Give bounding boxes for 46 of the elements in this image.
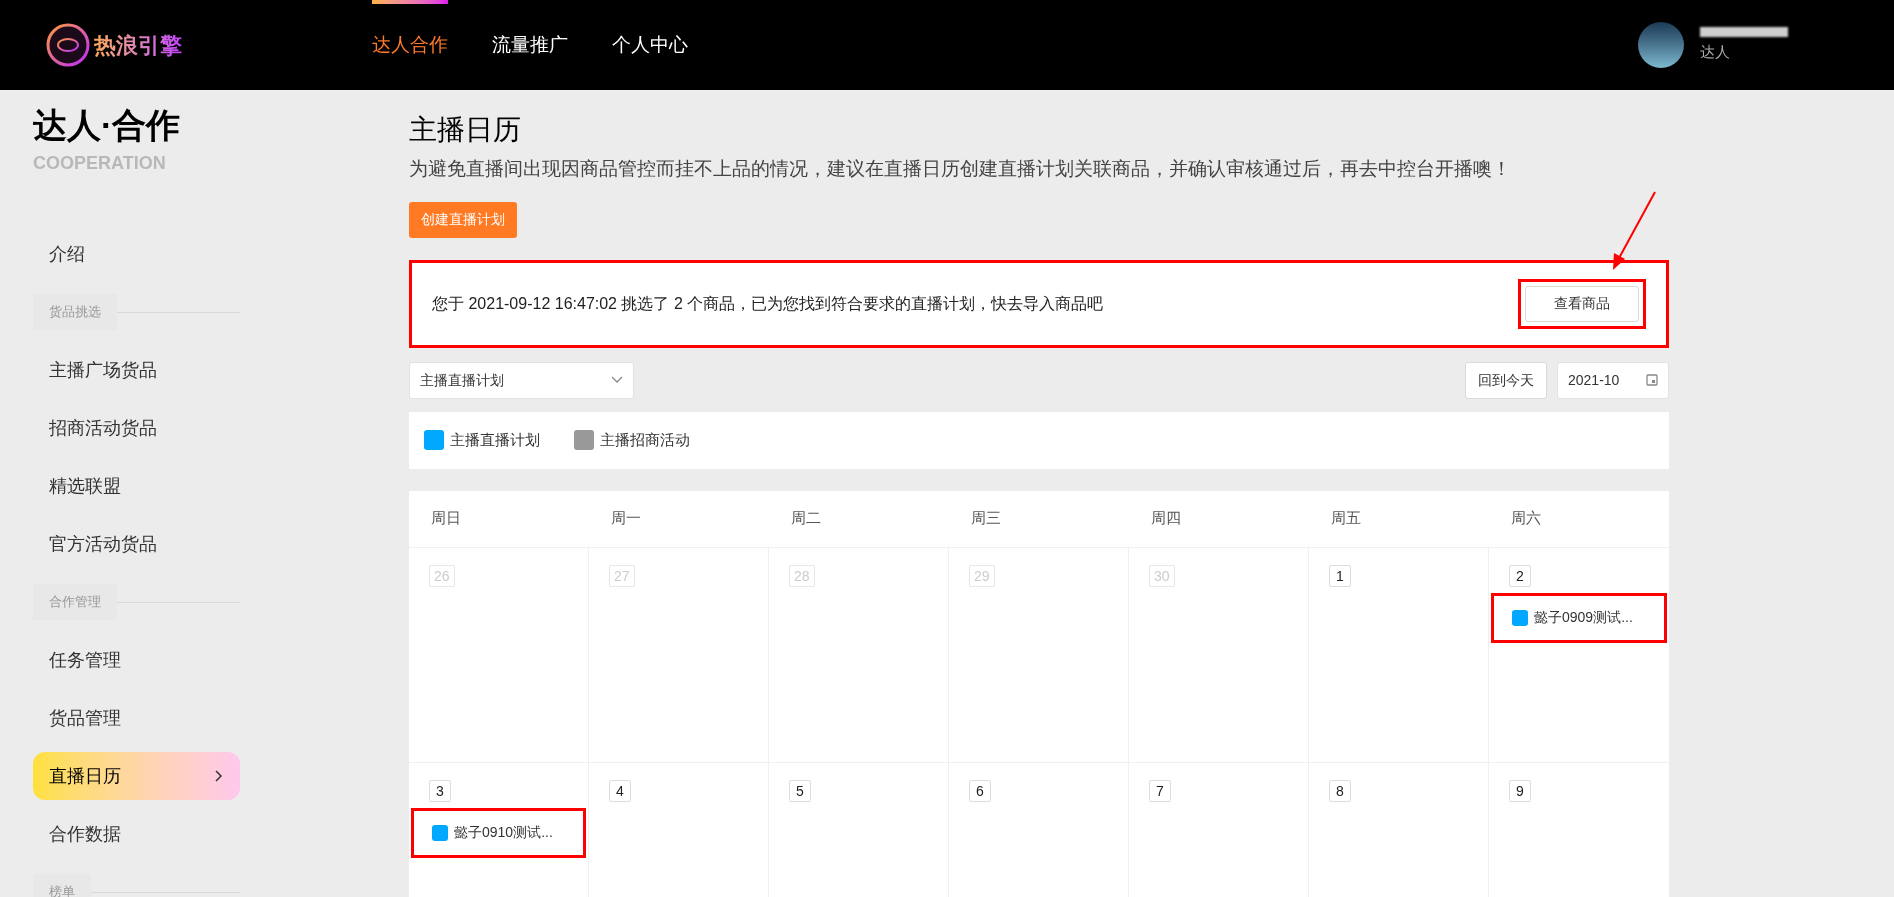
nav-tab[interactable]: 流量推广 [492, 0, 568, 90]
sidebar-item[interactable]: 合作数据 [33, 810, 240, 858]
day-number[interactable]: 1 [1329, 565, 1351, 587]
nav-tab[interactable]: 达人合作 [372, 0, 448, 90]
sidebar-item[interactable]: 直播日历 [33, 752, 240, 800]
sidebar-item[interactable]: 精选联盟 [33, 462, 240, 510]
weekday-header: 周一 [610, 508, 642, 529]
chevron-right-icon [214, 769, 224, 783]
page-description: 为避免直播间出现因商品管控而挂不上品的情况，建议在直播日历创建直播计划关联商品，并确认审核通过后，再去中控台开播噢！ [409, 157, 1512, 181]
sidebar-item[interactable]: 介绍 [33, 230, 240, 278]
weekday-header: 周五 [1330, 508, 1362, 529]
day-number[interactable]: 2 [1509, 565, 1531, 587]
legend-label: 主播直播计划 [450, 429, 540, 450]
section-label: 合作管理 [33, 584, 117, 620]
weekday-header: 周三 [970, 508, 1002, 529]
sidebar-item[interactable]: 任务管理 [33, 636, 240, 684]
sidebar-item[interactable]: 货品管理 [33, 694, 240, 742]
weekday-header: 周二 [790, 508, 822, 529]
legend-label: 主播招商活动 [600, 429, 690, 450]
avatar[interactable] [1638, 22, 1684, 68]
back-to-today-button[interactable]: 回到今天 [1465, 361, 1547, 399]
page-title: 主播日历 [409, 113, 522, 147]
day-number[interactable]: 4 [609, 780, 631, 802]
view-products-button[interactable]: 查看商品 [1525, 285, 1639, 322]
sidebar-item[interactable]: 招商活动货品 [33, 404, 240, 452]
nav-tab[interactable]: 个人中心 [612, 0, 688, 90]
chevron-down-icon [611, 376, 623, 384]
user-role: 达人 [1700, 41, 1731, 62]
day-number[interactable]: 9 [1509, 780, 1531, 802]
weekday-header: 周四 [1150, 508, 1182, 529]
logo-icon [46, 23, 90, 67]
weekday-header: 周六 [1510, 508, 1542, 529]
section-label: 货品挑选 [33, 294, 117, 330]
month-picker[interactable]: 2021-10 [1557, 361, 1669, 399]
sidebar-title: 达人·合作 [33, 108, 182, 142]
plan-type-select[interactable]: 主播直播计划 [409, 361, 634, 399]
day-number[interactable]: 6 [969, 780, 991, 802]
day-number[interactable]: 3 [429, 780, 451, 802]
notice-text: 您于 2021-09-12 16:47:02 挑选了 2 个商品，已为您找到符合要求的直播计划，快去导入商品吧 [432, 293, 1104, 314]
sidebar-item[interactable]: 主播广场货品 [33, 346, 240, 394]
calendar-icon [1646, 374, 1658, 386]
weekday-header: 周日 [430, 508, 462, 529]
day-number[interactable]: 7 [1149, 780, 1171, 802]
day-number[interactable]: 5 [789, 780, 811, 802]
sidebar-item[interactable]: 官方活动货品 [33, 520, 240, 568]
day-number[interactable]: 8 [1329, 780, 1351, 802]
